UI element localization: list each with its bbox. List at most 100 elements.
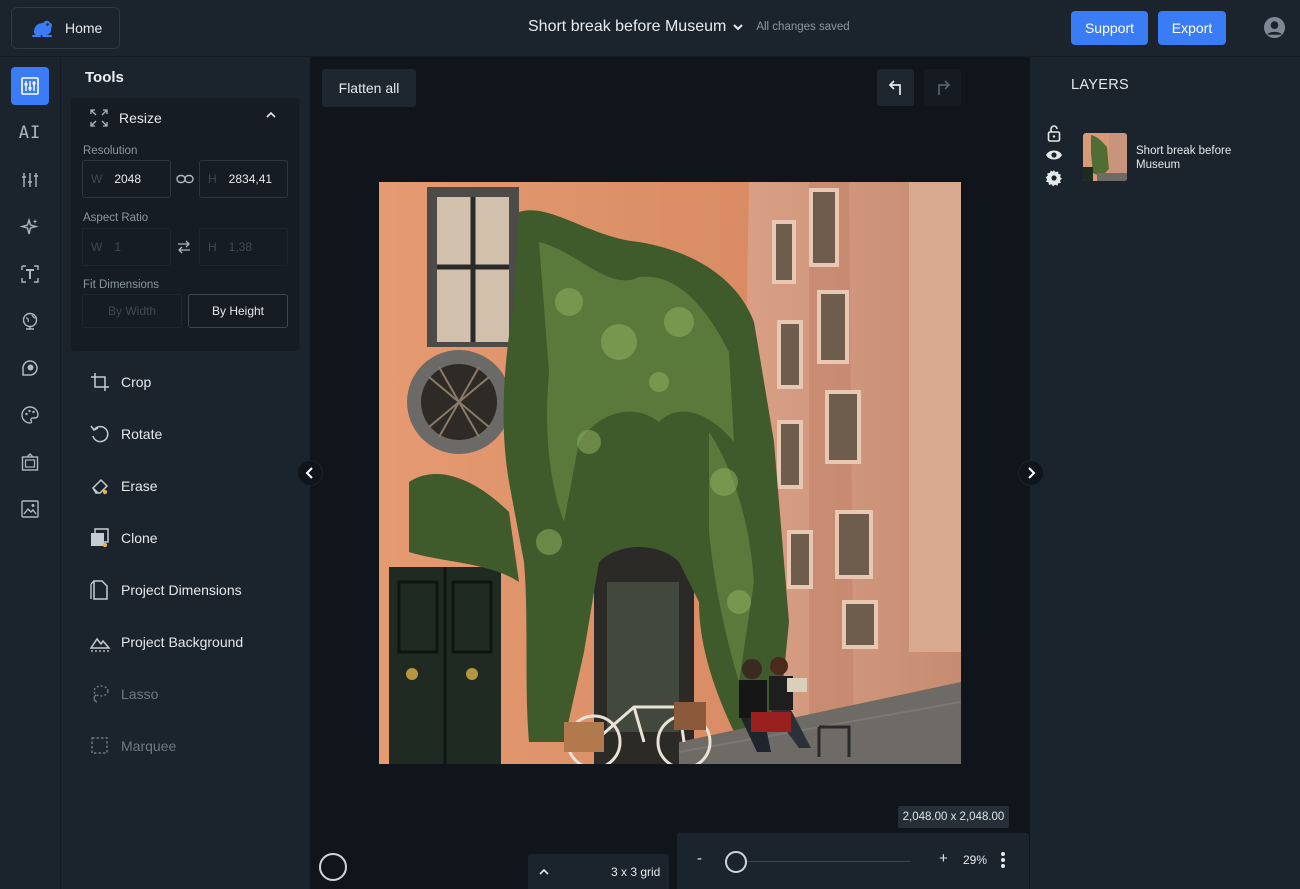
rail-image-button[interactable] bbox=[11, 490, 49, 528]
layer-settings-gear-icon[interactable] bbox=[1045, 169, 1063, 187]
aspect-ratio-label: Aspect Ratio bbox=[83, 212, 149, 224]
zoom-out-button[interactable]: - bbox=[697, 850, 702, 867]
height-value: 2834,41 bbox=[228, 172, 273, 186]
tool-crop-label: Crop bbox=[121, 374, 152, 390]
zoom-slider-track[interactable] bbox=[730, 861, 910, 862]
layer-thumbnail[interactable] bbox=[1083, 133, 1127, 181]
tool-project-dimensions[interactable]: Project Dimensions bbox=[89, 579, 242, 601]
sticker-icon bbox=[22, 360, 38, 376]
fit-dimensions-label: Fit Dimensions bbox=[83, 279, 160, 291]
flatten-all-button[interactable]: Flatten all bbox=[322, 69, 416, 107]
undo-icon bbox=[888, 79, 901, 95]
zoom-value: 29% bbox=[963, 853, 988, 867]
chevron-down-icon[interactable] bbox=[732, 22, 744, 32]
collapse-layers-button[interactable] bbox=[1018, 460, 1044, 486]
layer-thumbnail-image bbox=[1083, 133, 1127, 181]
support-button[interactable]: Support bbox=[1071, 11, 1148, 45]
canvas-dimensions-badge: 2,048.00 x 2,048.00 bbox=[898, 806, 1009, 828]
layer-name[interactable]: Short break before Museum bbox=[1136, 144, 1266, 172]
project-title[interactable]: Short break before Museum bbox=[528, 18, 726, 36]
aspect-width-prefix: W bbox=[91, 240, 103, 254]
grid-control[interactable]: 3 x 3 grid bbox=[528, 854, 669, 889]
resolution-label: Resolution bbox=[83, 145, 138, 157]
collapse-tools-button[interactable] bbox=[297, 460, 323, 486]
tool-lasso[interactable]: Lasso bbox=[89, 683, 158, 705]
chevron-up-icon[interactable] bbox=[265, 110, 277, 120]
canvas-area: Flatten all 2,048.00 x 2,048.00 3 x 3 gr… bbox=[297, 57, 1044, 889]
tool-erase[interactable]: Erase bbox=[89, 475, 158, 497]
rail-ai-button[interactable]: AI bbox=[11, 114, 49, 152]
canvas-photo[interactable] bbox=[379, 182, 961, 764]
tool-rotate[interactable]: Rotate bbox=[89, 423, 162, 445]
tool-clone-label: Clone bbox=[121, 530, 158, 546]
zoom-control: - + 29% bbox=[677, 833, 1029, 889]
rail-tools-button[interactable] bbox=[11, 67, 49, 105]
lasso-icon bbox=[93, 685, 109, 703]
rail-effects-button[interactable] bbox=[11, 208, 49, 246]
layers-title: LAYERS bbox=[1071, 77, 1129, 93]
resize-header[interactable]: Resize bbox=[89, 108, 162, 128]
redo-icon bbox=[937, 79, 950, 95]
redo-button[interactable] bbox=[924, 69, 961, 106]
rail-palette-button[interactable] bbox=[11, 396, 49, 434]
height-prefix: H bbox=[208, 172, 217, 186]
chevron-left-icon bbox=[305, 467, 313, 479]
rail-frame-button[interactable] bbox=[11, 443, 49, 481]
user-avatar-icon[interactable] bbox=[1263, 16, 1286, 39]
text-box-icon bbox=[21, 265, 39, 283]
tools-panel: Tools Resize Resolution W 2048 H 2834,41… bbox=[61, 57, 310, 889]
grid-label: 3 x 3 grid bbox=[611, 865, 661, 879]
undo-button[interactable] bbox=[877, 69, 914, 106]
street-photo-image bbox=[379, 182, 961, 764]
rail-globe-button[interactable] bbox=[11, 302, 49, 340]
more-vertical-icon[interactable] bbox=[1000, 851, 1006, 869]
aspect-height-prefix: H bbox=[208, 240, 217, 254]
project-title-area[interactable]: Short break before Museum All changes sa… bbox=[528, 18, 850, 36]
rail-sticker-button[interactable] bbox=[11, 349, 49, 387]
resize-label: Resize bbox=[119, 110, 162, 126]
chevron-up-icon[interactable] bbox=[538, 867, 550, 877]
home-button[interactable]: Home bbox=[11, 7, 120, 49]
height-input[interactable]: H 2834,41 bbox=[199, 160, 288, 198]
chevron-right-icon bbox=[1028, 467, 1036, 479]
by-height-button[interactable]: By Height bbox=[188, 294, 288, 328]
zoom-slider-thumb[interactable] bbox=[725, 851, 747, 873]
tool-crop[interactable]: Crop bbox=[89, 371, 151, 393]
aspect-width-input: W 1 bbox=[82, 228, 171, 266]
save-status: All changes saved bbox=[756, 21, 850, 33]
width-input[interactable]: W 2048 bbox=[82, 160, 171, 198]
circle-tool-button[interactable] bbox=[319, 853, 347, 881]
width-value: 2048 bbox=[114, 172, 142, 186]
palette-icon bbox=[21, 406, 39, 424]
image-icon bbox=[21, 500, 39, 518]
eye-visible-icon[interactable] bbox=[1045, 149, 1063, 161]
clone-icon bbox=[91, 528, 109, 548]
link-chain-icon[interactable] bbox=[176, 172, 194, 186]
tool-marquee-label: Marquee bbox=[121, 738, 177, 754]
globe-icon bbox=[22, 312, 38, 330]
zoom-in-button[interactable]: + bbox=[939, 850, 948, 867]
tool-project-dimensions-label: Project Dimensions bbox=[121, 582, 242, 598]
aspect-height-input: H 1,38 bbox=[199, 228, 288, 266]
tool-marquee[interactable]: Marquee bbox=[89, 735, 176, 757]
rail-text-button[interactable] bbox=[11, 255, 49, 293]
rail-adjust-button[interactable] bbox=[11, 161, 49, 199]
tool-project-background[interactable]: Project Background bbox=[89, 631, 243, 653]
marquee-icon bbox=[91, 737, 108, 754]
swap-arrows-icon[interactable] bbox=[176, 239, 192, 255]
sliders-icon bbox=[22, 173, 38, 187]
tool-clone[interactable]: Clone bbox=[89, 527, 158, 549]
tool-lasso-label: Lasso bbox=[121, 686, 159, 702]
sparkle-icon bbox=[20, 217, 39, 235]
by-width-button[interactable]: By Width bbox=[82, 294, 182, 328]
tool-rotate-label: Rotate bbox=[121, 426, 163, 442]
export-button[interactable]: Export bbox=[1158, 11, 1226, 45]
layers-panel: LAYERS Short break before Museum bbox=[1030, 57, 1300, 889]
crop-icon bbox=[91, 373, 109, 391]
resize-card: Resize Resolution W 2048 H 2834,41 Aspec… bbox=[71, 98, 299, 351]
left-rail: AI bbox=[0, 57, 61, 889]
frame-icon bbox=[21, 453, 39, 471]
frog-logo-icon bbox=[32, 20, 53, 37]
aspect-width-value: 1 bbox=[114, 240, 122, 254]
lock-open-icon[interactable] bbox=[1046, 124, 1062, 142]
